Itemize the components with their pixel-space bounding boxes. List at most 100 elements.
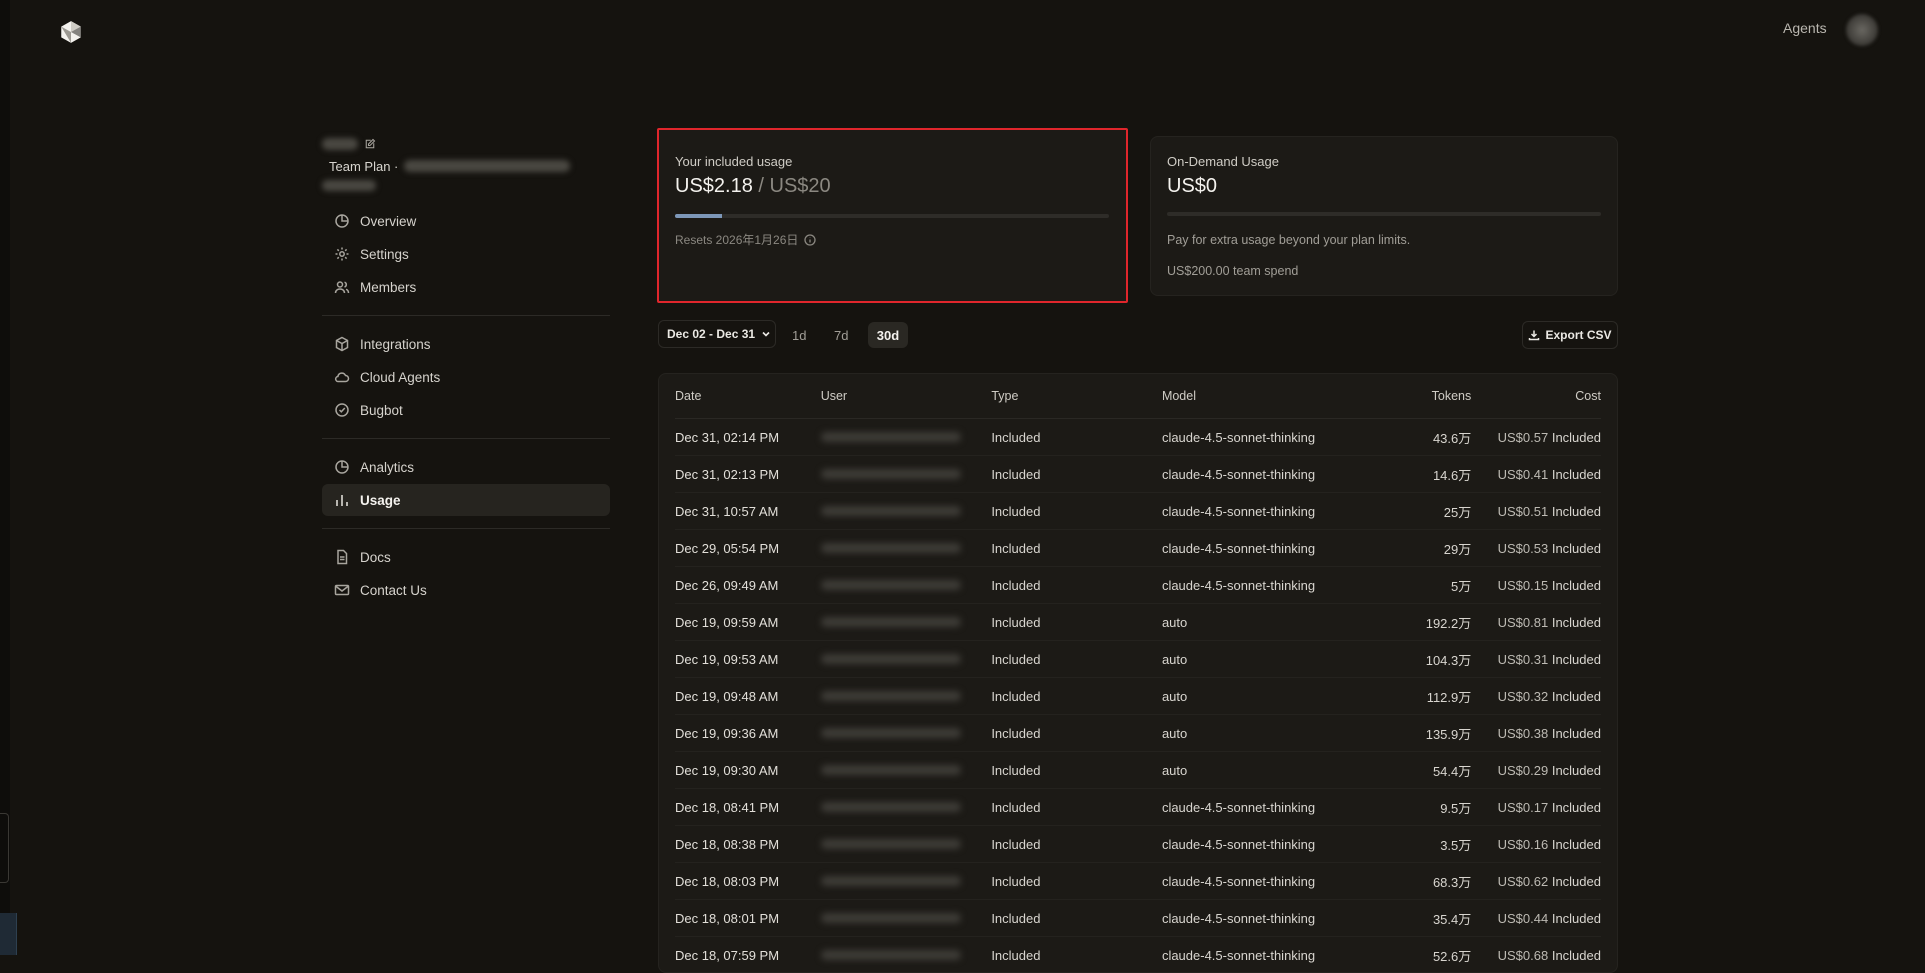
cost-amount: US$0.17 — [1497, 799, 1549, 815]
taskbar-thumbnail[interactable] — [0, 913, 17, 955]
edit-icon[interactable] — [364, 138, 376, 150]
side-panel-tab[interactable] — [0, 813, 9, 883]
cost-amount: US$0.31 — [1497, 651, 1549, 667]
cell-model: claude-4.5-sonnet-thinking — [1161, 947, 1316, 963]
range-button-7d[interactable]: 7d — [826, 322, 856, 348]
table-header: Date User Type Model Tokens Cost — [675, 374, 1601, 419]
table-row[interactable]: Dec 19, 09:59 AM Included auto 192.2万 US$0.8… — [675, 604, 1601, 641]
cell-user — [820, 578, 992, 593]
sidebar-item-docs[interactable]: Docs — [322, 541, 610, 573]
sidebar-item-integrations[interactable]: Integrations — [322, 328, 610, 360]
table-row[interactable]: Dec 19, 09:53 AM Included auto 104.3万 US$0.3… — [675, 641, 1601, 678]
table-row[interactable]: Dec 18, 08:41 PM Included claude-4.5-sonne… — [675, 789, 1601, 826]
table-row[interactable]: Dec 31, 02:14 PM Included claude-4.5-sonne… — [675, 419, 1601, 456]
on-demand-description: Pay for extra usage beyond your plan lim… — [1167, 233, 1411, 247]
cell-cost: US$0.51 Included — [1471, 504, 1601, 519]
table-row[interactable]: Dec 31, 02:13 PM Included claude-4.5-sonne… — [675, 456, 1601, 493]
sidebar-item-overview[interactable]: Overview — [322, 205, 610, 237]
team-name-redacted — [322, 138, 358, 150]
cell-type: Included — [991, 577, 1041, 593]
cell-tokens: 192.2万 — [1425, 615, 1472, 631]
cost-amount: US$0.15 — [1497, 577, 1549, 593]
cell-tokens: 29万 — [1443, 541, 1472, 557]
user-redacted — [820, 875, 961, 886]
cell-tokens: 52.6万 — [1432, 948, 1472, 964]
table-row[interactable]: Dec 26, 09:49 AM Included claude-4.5-sonne… — [675, 567, 1601, 604]
table-row[interactable]: Dec 19, 09:48 AM Included auto 112.9万 US$0.3… — [675, 678, 1601, 715]
cell-date: Dec 19, 09:48 AM — [675, 688, 779, 704]
check-circle-icon — [335, 403, 349, 417]
col-type[interactable]: Type — [991, 389, 1162, 403]
user-avatar[interactable] — [1846, 14, 1878, 46]
cell-model: claude-4.5-sonnet-thinking — [1161, 503, 1316, 519]
cell-model: claude-4.5-sonnet-thinking — [1161, 577, 1316, 593]
user-redacted — [820, 727, 961, 738]
table-row[interactable]: Dec 18, 07:59 PM Included claude-4.5-sonne… — [675, 937, 1601, 972]
date-range-select[interactable]: Dec 02 - Dec 31 — [658, 320, 776, 348]
table-row[interactable]: Dec 19, 09:30 AM Included auto 54.4万 US$0.29… — [675, 752, 1601, 789]
nav-divider — [322, 438, 610, 439]
col-user[interactable]: User — [821, 389, 992, 403]
table-row[interactable]: Dec 18, 08:03 PM Included claude-4.5-sonne… — [675, 863, 1601, 900]
cell-model: auto — [1161, 762, 1188, 778]
cell-user — [820, 689, 992, 704]
col-cost[interactable]: Cost — [1471, 389, 1601, 403]
team-name-row — [322, 135, 610, 153]
cell-date: Dec 18, 08:38 PM — [675, 836, 780, 852]
sidebar-item-label: Analytics — [360, 459, 415, 475]
cell-model: auto — [1161, 651, 1188, 667]
cost-amount: US$0.44 — [1497, 910, 1549, 926]
cell-tokens: 5万 — [1451, 578, 1472, 594]
cell-cost: US$0.16 Included — [1471, 837, 1601, 852]
col-tokens[interactable]: Tokens — [1391, 389, 1472, 403]
col-date[interactable]: Date — [675, 389, 821, 403]
range-button-30d[interactable]: 30d — [868, 322, 908, 348]
cost-status: Included — [1551, 466, 1601, 482]
cell-cost: US$0.17 Included — [1471, 800, 1601, 815]
sidebar-item-bugbot[interactable]: Bugbot — [322, 394, 610, 426]
sidebar-item-cloud-agents[interactable]: Cloud Agents — [322, 361, 610, 393]
cell-tokens: 35.4万 — [1432, 911, 1472, 927]
table-row[interactable]: Dec 29, 05:54 PM Included claude-4.5-sonne… — [675, 530, 1601, 567]
cell-tokens: 104.3万 — [1425, 652, 1472, 668]
cost-amount: US$0.53 — [1497, 540, 1549, 556]
user-redacted — [820, 838, 961, 849]
cell-type: Included — [991, 873, 1041, 889]
sidebar-item-contact-us[interactable]: Contact Us — [322, 574, 610, 606]
logo-icon[interactable] — [58, 19, 84, 45]
cost-status: Included — [1551, 725, 1601, 741]
col-model[interactable]: Model — [1162, 389, 1392, 403]
cell-date: Dec 31, 10:57 AM — [675, 503, 779, 519]
cube-icon — [335, 336, 349, 352]
table-row[interactable]: Dec 18, 08:38 PM Included claude-4.5-sonne… — [675, 826, 1601, 863]
cell-user — [820, 467, 992, 482]
sidebar-item-label: Overview — [360, 213, 417, 229]
cost-amount: US$0.81 — [1497, 614, 1549, 630]
cell-model: claude-4.5-sonnet-thinking — [1161, 540, 1316, 556]
bar-chart-icon — [336, 495, 348, 506]
table-row[interactable]: Dec 18, 08:01 PM Included claude-4.5-sonne… — [675, 900, 1601, 937]
team-plan-row: Team Plan · — [322, 157, 610, 175]
table-row[interactable]: Dec 19, 09:36 AM Included auto 135.9万 US$0.3… — [675, 715, 1601, 752]
sidebar-item-analytics[interactable]: Analytics — [322, 451, 610, 483]
agents-link[interactable]: Agents — [1783, 20, 1827, 36]
user-redacted — [820, 690, 961, 701]
cell-tokens: 3.5万 — [1440, 837, 1472, 853]
sidebar-item-usage[interactable]: Usage — [322, 484, 610, 516]
sidebar-item-members[interactable]: Members — [322, 271, 610, 303]
cell-type: Included — [991, 910, 1041, 926]
included-usage-card: Your included usage US$2.18 / US$20 Rese… — [657, 128, 1128, 303]
table-row[interactable]: Dec 31, 10:57 AM Included claude-4.5-sonne… — [675, 493, 1601, 530]
user-redacted — [820, 505, 961, 516]
user-redacted — [820, 653, 961, 664]
cost-status: Included — [1551, 577, 1601, 593]
cost-status: Included — [1551, 651, 1601, 667]
export-csv-button[interactable]: Export CSV — [1522, 321, 1618, 349]
sidebar-item-settings[interactable]: Settings — [322, 238, 610, 270]
range-button-1d[interactable]: 1d — [784, 322, 814, 348]
info-icon[interactable] — [804, 233, 817, 246]
cell-user — [820, 615, 992, 630]
cell-user — [820, 948, 992, 963]
sidebar-item-label: Usage — [360, 492, 401, 508]
cell-model: claude-4.5-sonnet-thinking — [1161, 429, 1316, 445]
